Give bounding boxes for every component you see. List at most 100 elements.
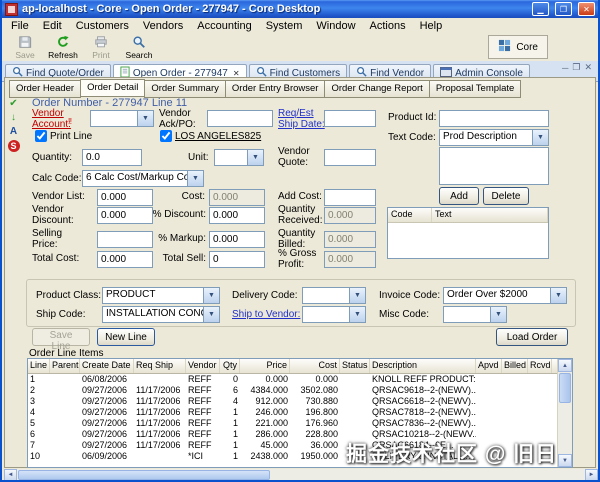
close-button[interactable]: ✕ bbox=[578, 2, 595, 16]
pct-discount-input[interactable] bbox=[209, 207, 265, 224]
product-id-input[interactable] bbox=[439, 110, 549, 127]
req-ship-date-link[interactable]: Req/Est Ship Date: bbox=[278, 108, 328, 130]
column-header-create-date[interactable]: Create Date bbox=[80, 359, 134, 373]
total-sell-input[interactable] bbox=[209, 251, 265, 268]
horizontal-scrollbar[interactable]: ◄ ► bbox=[4, 469, 598, 480]
calc-code-combobox[interactable]: 6 Calc Cost/Markup Cost ▼ bbox=[82, 170, 204, 187]
save-button[interactable]: Save bbox=[6, 34, 44, 61]
pct-markup-input[interactable] bbox=[209, 231, 265, 248]
menu-item-vendors[interactable]: Vendors bbox=[136, 19, 190, 33]
ship-to-vendor-link[interactable]: Ship to Vendor: bbox=[232, 309, 300, 320]
letter-a-icon[interactable]: A bbox=[8, 126, 20, 138]
vendor-account-combobox[interactable]: ▼ bbox=[90, 110, 154, 127]
maximize-button[interactable]: ❐ bbox=[555, 2, 572, 16]
subtab-order-change-report[interactable]: Order Change Report bbox=[324, 80, 430, 98]
menu-item-customers[interactable]: Customers bbox=[69, 19, 136, 33]
text-code-combobox[interactable]: Prod Description ▼ bbox=[439, 129, 549, 146]
vendor-discount-input[interactable] bbox=[97, 207, 153, 224]
check-icon[interactable]: ✔ bbox=[8, 98, 20, 110]
minimize-button[interactable]: ▁ bbox=[532, 2, 549, 16]
scroll-right-icon[interactable]: ► bbox=[585, 469, 598, 480]
letter-s-icon[interactable]: S bbox=[7, 140, 20, 152]
menu-item-file[interactable]: File bbox=[4, 19, 36, 33]
scroll-up-icon[interactable]: ▲ bbox=[558, 359, 572, 372]
req-ship-date-input[interactable] bbox=[324, 110, 376, 127]
save-line-button[interactable]: Save Line bbox=[32, 328, 90, 352]
subtab-order-header[interactable]: Order Header bbox=[9, 80, 82, 98]
table-row[interactable]: 2 09/27/2006 11/17/2006 REFF 6 4384.000 3502.0… bbox=[28, 385, 557, 396]
subtab-proposal-template[interactable]: Proposal Template bbox=[428, 80, 522, 98]
menu-item-window[interactable]: Window bbox=[309, 19, 362, 33]
hscroll-thumb[interactable] bbox=[18, 470, 270, 480]
vendor-list-input[interactable] bbox=[97, 189, 153, 206]
panel-minimize-icon[interactable]: ─ bbox=[562, 63, 568, 73]
print-button[interactable]: Print bbox=[82, 34, 120, 61]
load-order-button[interactable]: Load Order bbox=[496, 328, 568, 346]
subtab-order-entry-browser[interactable]: Order Entry Browser bbox=[224, 80, 326, 98]
vendor-ackpo-input[interactable] bbox=[207, 110, 273, 127]
subtab-order-detail[interactable]: Order Detail bbox=[80, 79, 146, 97]
menu-item-accounting[interactable]: Accounting bbox=[190, 19, 258, 33]
chevron-down-icon[interactable]: ▼ bbox=[137, 111, 153, 126]
chevron-down-icon[interactable]: ▼ bbox=[203, 288, 219, 303]
scroll-left-icon[interactable]: ◄ bbox=[4, 469, 17, 480]
quantity-input[interactable] bbox=[82, 149, 142, 166]
vendor-account-link[interactable]: Vendor Account: bbox=[32, 108, 84, 130]
column-header-line[interactable]: Line bbox=[28, 359, 50, 373]
new-line-button[interactable]: New Line bbox=[97, 328, 155, 346]
warehouse-label[interactable]: LOS ANGELES825 bbox=[175, 131, 261, 142]
table-row[interactable]: 1 06/08/2006 REFF 0 0.000 0.000 KNOLL REFF PRO… bbox=[28, 374, 557, 385]
selling-price-input[interactable] bbox=[97, 231, 153, 248]
column-header-status[interactable]: Status bbox=[340, 359, 370, 373]
add-cost-input[interactable] bbox=[324, 189, 376, 206]
menu-item-help[interactable]: Help bbox=[413, 19, 450, 33]
chevron-down-icon[interactable]: ▼ bbox=[490, 307, 506, 322]
subtab-order-summary[interactable]: Order Summary bbox=[144, 80, 226, 98]
delete-button[interactable]: Delete bbox=[483, 187, 529, 205]
table-row[interactable]: 4 09/27/2006 11/17/2006 REFF 1 246.000 196.800… bbox=[28, 407, 557, 418]
invoice-code-combobox[interactable]: Order Over $2000 ▼ bbox=[443, 287, 567, 304]
delivery-code-combobox[interactable]: ▼ bbox=[302, 287, 366, 304]
ship-to-vendor-combobox[interactable]: ▼ bbox=[302, 306, 366, 323]
menu-item-actions[interactable]: Actions bbox=[363, 19, 413, 33]
chevron-down-icon[interactable]: ▼ bbox=[532, 130, 548, 145]
column-header-parent[interactable]: Parent bbox=[50, 359, 80, 373]
vendor-quote-input[interactable] bbox=[324, 149, 376, 166]
refresh-button[interactable]: Refresh bbox=[44, 34, 82, 61]
scroll-track[interactable] bbox=[558, 404, 572, 454]
column-header-req-ship[interactable]: Req Ship bbox=[134, 359, 186, 373]
column-header-price[interactable]: Price bbox=[240, 359, 290, 373]
scroll-thumb[interactable] bbox=[559, 373, 571, 403]
add-button[interactable]: Add bbox=[439, 187, 479, 205]
hscroll-track[interactable] bbox=[271, 469, 585, 480]
misc-code-combobox[interactable]: ▼ bbox=[443, 306, 507, 323]
column-header-vendor[interactable]: Vendor bbox=[186, 359, 220, 373]
column-header-description[interactable]: Description bbox=[370, 359, 476, 373]
print-line-checkbox[interactable] bbox=[35, 130, 47, 142]
product-class-combobox[interactable]: PRODUCT ▼ bbox=[102, 287, 220, 304]
chevron-down-icon[interactable]: ▼ bbox=[349, 307, 365, 322]
code-column-header[interactable]: Code bbox=[388, 208, 432, 222]
description-textarea[interactable] bbox=[439, 147, 549, 185]
table-row[interactable]: 3 09/27/2006 11/17/2006 REFF 4 912.000 730.880… bbox=[28, 396, 557, 407]
chevron-down-icon[interactable]: ▼ bbox=[203, 307, 219, 322]
unit-combobox[interactable]: ▼ bbox=[214, 149, 264, 166]
chevron-down-icon[interactable]: ▼ bbox=[550, 288, 566, 303]
panel-close-icon[interactable]: ✕ bbox=[584, 62, 592, 73]
down-arrow-icon[interactable]: ↓ bbox=[8, 112, 20, 124]
table-row[interactable]: 5 09/27/2006 11/17/2006 REFF 1 221.000 176.960… bbox=[28, 418, 557, 429]
total-cost-input[interactable] bbox=[97, 251, 153, 268]
column-header-apvd[interactable]: Apvd bbox=[476, 359, 502, 373]
column-header-qty[interactable]: Qty bbox=[220, 359, 240, 373]
column-header-rcvd[interactable]: Rcvd bbox=[528, 359, 552, 373]
column-header-cost[interactable]: Cost bbox=[290, 359, 340, 373]
panel-restore-icon[interactable]: ❐ bbox=[572, 62, 580, 73]
chevron-down-icon[interactable]: ▼ bbox=[187, 171, 203, 186]
code-text-table[interactable]: Code Text bbox=[387, 207, 549, 259]
warehouse-checkbox[interactable] bbox=[160, 130, 172, 142]
text-column-header[interactable]: Text bbox=[432, 208, 548, 222]
vertical-scrollbar[interactable]: ▲ ▼ bbox=[557, 359, 572, 467]
menu-item-system[interactable]: System bbox=[259, 19, 310, 33]
column-header-billed[interactable]: Billed bbox=[502, 359, 528, 373]
search-button[interactable]: Search bbox=[120, 34, 158, 61]
